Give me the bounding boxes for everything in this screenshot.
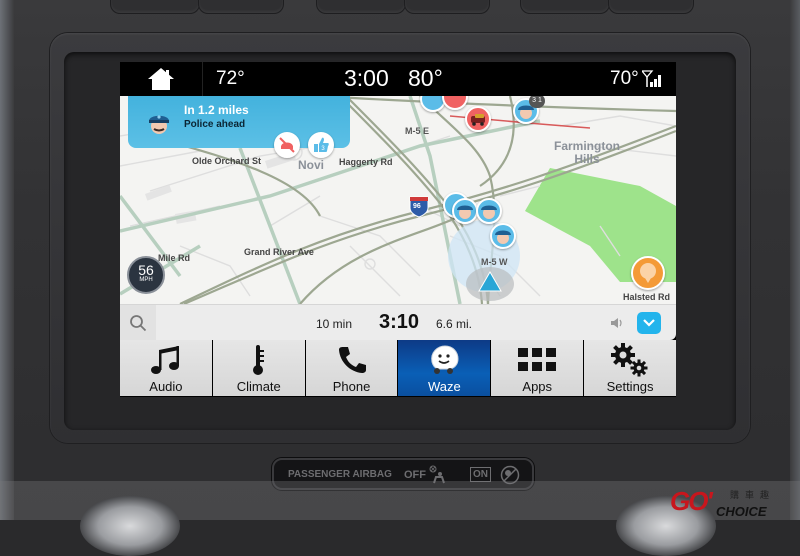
hard-button[interactable] [608,0,694,14]
tab-label: Apps [522,379,553,394]
waze-map[interactable]: 96 In 1.2 miles Police ahead 3 Olde Orch… [120,96,676,304]
speed-unit: MPH [139,277,153,283]
tab-apps[interactable]: Apps [491,340,584,396]
apps-grid-icon [518,348,557,371]
tab-label: Climate [236,379,281,394]
police-report-pin[interactable] [452,198,478,224]
interstate-number: 96 [413,203,421,210]
tab-waze[interactable]: Waze [398,340,491,396]
airbag-off-label: OFF [404,469,426,481]
search-icon [130,315,147,332]
phone-icon [338,347,366,373]
police-officer-icon [457,205,473,219]
city-label-farmington: Farmington Hills [554,140,620,166]
hard-button[interactable] [198,0,284,14]
dash-trim-right [790,0,800,520]
highway-label: M-5 E [405,126,430,136]
status-bar: 72° 3:00 80° 70° [120,62,676,96]
gochoice-watermark: GO' 購車趣 CHOICE [668,486,798,520]
police-report-pin[interactable] [476,198,502,224]
traffic-report-pin[interactable] [465,106,491,132]
feature-bar: Audio Climate Phone Waze Apps Settings [120,340,676,397]
destination-marker-icon [640,263,656,283]
airbag-on-label: ON [470,467,491,482]
remaining-distance: 6.6 mi. [436,317,473,331]
route-info-bar: 10 min 3:10 6.6 mi. [120,304,676,341]
signal-strength-icon [642,70,661,87]
street-label: Grand River Ave [244,247,314,257]
chevron-down-icon [643,319,655,327]
city-label-novi: Novi [298,158,325,172]
police-report-pin[interactable] [490,223,516,249]
report-cluster-badge: 3 1 [529,96,545,108]
home-icon [148,68,174,90]
traffic-jam-icon [471,114,485,126]
tab-label: Settings [606,379,654,394]
tab-label: Waze [428,379,461,394]
city-label-line: Farmington [554,139,620,153]
outside-temperature: 72° [216,68,245,89]
city-label-line: Hills [574,152,600,166]
home-button[interactable] [120,62,203,96]
police-officer-icon [149,115,169,134]
thank-button[interactable]: 3 [308,132,334,158]
volume-knob[interactable] [80,496,180,556]
dash-trim-left [0,0,14,520]
destination-pin[interactable] [631,256,665,290]
waze-icon [431,345,459,374]
street-label: Halsted Rd [623,292,671,302]
thermometer-icon [252,345,264,375]
tab-audio[interactable]: Audio [120,340,212,396]
search-button[interactable] [120,305,156,341]
not-there-button[interactable] [274,132,300,158]
street-label: Olde Orchard St [192,156,262,166]
street-label: Haggerty Rd [339,157,393,167]
logo-chinese-text: 購車趣 [730,490,776,500]
arrival-time: 3:10 [379,311,420,333]
hard-button[interactable] [316,0,406,14]
dashboard: 72° 3:00 80° 70° 96 In 1.2 miles Police … [0,0,800,556]
logo-choice-text: CHOICE [716,504,767,519]
hard-button[interactable] [404,0,490,14]
speed-value: 56 [138,262,154,278]
speedometer: 56 MPH [127,256,165,294]
tab-settings[interactable]: Settings [584,340,676,396]
speaker-icon[interactable] [609,315,625,331]
music-note-icon [150,346,179,374]
not-there-icon [279,137,295,153]
thumbs-up-icon: 3 [314,137,329,152]
tab-label: Phone [332,379,371,394]
tab-label: Audio [149,379,183,394]
hard-button[interactable] [110,0,200,14]
street-label: Mile Rd [158,253,191,263]
passenger-temperature: 70° [610,68,639,89]
police-officer-icon [481,205,497,219]
clock: 3:00 [344,65,389,91]
tab-phone[interactable]: Phone [305,340,398,396]
police-officer-icon [495,230,511,244]
airbag-label: PASSENGER AIRBAG [288,469,392,480]
gears-icon [611,343,648,377]
expand-button[interactable] [637,312,661,334]
logo-go-text: GO' [670,486,713,516]
hard-button[interactable] [520,0,610,14]
alert-message: Police ahead [184,119,246,130]
highway-label: M-5 W [481,257,508,267]
cabin-temperature: 80° [408,65,443,91]
eta-minutes: 10 min [316,317,353,331]
alert-distance: In 1.2 miles [184,103,249,117]
sync-screen: 72° 3:00 80° 70° 96 In 1.2 miles Police … [120,62,676,397]
tab-climate[interactable]: Climate [212,340,305,396]
